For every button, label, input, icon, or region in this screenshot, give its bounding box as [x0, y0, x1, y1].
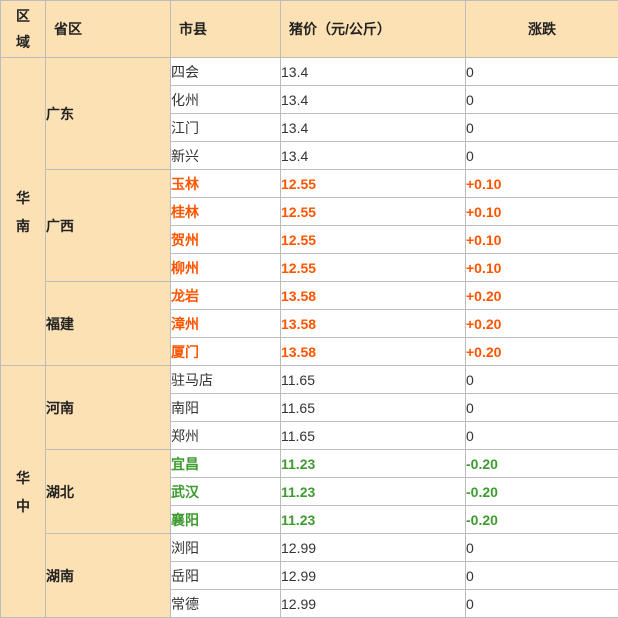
- city-cell: 江门: [170, 113, 281, 142]
- change-cell: +0.10: [465, 197, 618, 226]
- city-cell: 驻马店: [170, 365, 281, 394]
- header-row: 区域 省区 市县 猪价（元/公斤） 涨跌: [0, 0, 618, 58]
- province-cell: 湖南: [45, 533, 171, 618]
- change-cell: 0: [465, 113, 618, 142]
- city-cell: 武汉: [170, 477, 281, 506]
- region-name-bottom: 中: [16, 497, 30, 514]
- price-cell: 13.4: [280, 141, 466, 170]
- table-row: 华中河南 驻马店 11.65 0: [0, 365, 618, 618]
- province-cell: 福建: [45, 281, 171, 366]
- city-cell: 宜昌: [170, 449, 281, 478]
- price-cell: 12.55: [280, 253, 466, 282]
- province-cell: 湖北: [45, 449, 171, 534]
- price-cell: 12.55: [280, 197, 466, 226]
- price-cell: 12.99: [280, 589, 466, 618]
- price-cell: 11.65: [280, 393, 466, 422]
- price-cell: 13.4: [280, 85, 466, 114]
- change-cell: 0: [465, 421, 618, 450]
- price-cell: 11.65: [280, 365, 466, 394]
- city-cell: 桂林: [170, 197, 281, 226]
- change-cell: +0.20: [465, 337, 618, 366]
- city-cell: 漳州: [170, 309, 281, 338]
- header-city: 市县: [170, 0, 281, 58]
- change-cell: +0.20: [465, 309, 618, 338]
- price-cell: 11.23: [280, 449, 466, 478]
- pig-price-table: 区域 省区 市县 猪价（元/公斤） 涨跌 华南广东 四会 13.4 0 化州 13.4 0 江…: [0, 0, 618, 618]
- change-cell: -0.20: [465, 505, 618, 534]
- region-cell: 华南: [0, 57, 46, 366]
- region-name-bottom: 南: [16, 217, 30, 234]
- change-cell: 0: [465, 589, 618, 618]
- city-cell: 贺州: [170, 225, 281, 254]
- city-cell: 岳阳: [170, 561, 281, 590]
- change-cell: +0.20: [465, 281, 618, 310]
- price-cell: 12.99: [280, 533, 466, 562]
- price-cell: 11.65: [280, 421, 466, 450]
- city-cell: 襄阳: [170, 505, 281, 534]
- price-cell: 13.58: [280, 309, 466, 338]
- province-cell: 河南: [45, 365, 171, 450]
- change-cell: +0.10: [465, 225, 618, 254]
- region-name-top: 华: [16, 189, 30, 206]
- price-cell: 12.99: [280, 561, 466, 590]
- price-cell: 13.4: [280, 57, 466, 86]
- price-cell: 12.55: [280, 169, 466, 198]
- table-row: 湖南 浏阳 12.99 0: [1, 533, 618, 618]
- price-cell: 11.23: [280, 505, 466, 534]
- city-cell: 新兴: [170, 141, 281, 170]
- header-province: 省区: [45, 0, 171, 58]
- change-cell: 0: [465, 141, 618, 170]
- price-cell: 13.4: [280, 113, 466, 142]
- header-price: 猪价（元/公斤）: [280, 0, 466, 58]
- price-cell: 11.23: [280, 477, 466, 506]
- region-cell: 华中: [0, 365, 46, 618]
- city-cell: 柳州: [170, 253, 281, 282]
- change-cell: 0: [465, 57, 618, 86]
- change-cell: 0: [465, 533, 618, 562]
- header-region-top: 区: [16, 8, 30, 24]
- change-cell: -0.20: [465, 449, 618, 478]
- header-region-bottom: 域: [16, 34, 30, 50]
- city-cell: 四会: [170, 57, 281, 86]
- city-cell: 玉林: [170, 169, 281, 198]
- price-cell: 13.58: [280, 337, 466, 366]
- change-cell: 0: [465, 365, 618, 394]
- table-row: 广西 玉林 12.55 +0.10: [1, 169, 618, 282]
- city-cell: 化州: [170, 85, 281, 114]
- price-cell: 12.55: [280, 225, 466, 254]
- table-row: 华南广东 四会 13.4 0: [0, 57, 618, 366]
- table-row: 福建 龙岩 13.58 +0.20: [1, 281, 618, 366]
- change-cell: 0: [465, 85, 618, 114]
- province-cell: 广西: [45, 169, 171, 282]
- change-cell: +0.10: [465, 253, 618, 282]
- header-change: 涨跌: [465, 0, 618, 58]
- table-row: 湖北 宜昌 11.23 -0.20: [1, 449, 618, 534]
- change-cell: -0.20: [465, 477, 618, 506]
- table-body: 区域 省区 市县 猪价（元/公斤） 涨跌 华南广东 四会 13.4 0 化州 13.4 0 江…: [0, 0, 618, 618]
- city-cell: 龙岩: [170, 281, 281, 310]
- province-cell: 广东: [45, 57, 171, 170]
- city-cell: 常德: [170, 589, 281, 618]
- city-cell: 郑州: [170, 421, 281, 450]
- city-cell: 浏阳: [170, 533, 281, 562]
- change-cell: 0: [465, 561, 618, 590]
- city-cell: 厦门: [170, 337, 281, 366]
- price-cell: 13.58: [280, 281, 466, 310]
- header-region: 区域: [0, 0, 46, 58]
- city-cell: 南阳: [170, 393, 281, 422]
- region-name-top: 华: [16, 469, 30, 486]
- change-cell: +0.10: [465, 169, 618, 198]
- change-cell: 0: [465, 393, 618, 422]
